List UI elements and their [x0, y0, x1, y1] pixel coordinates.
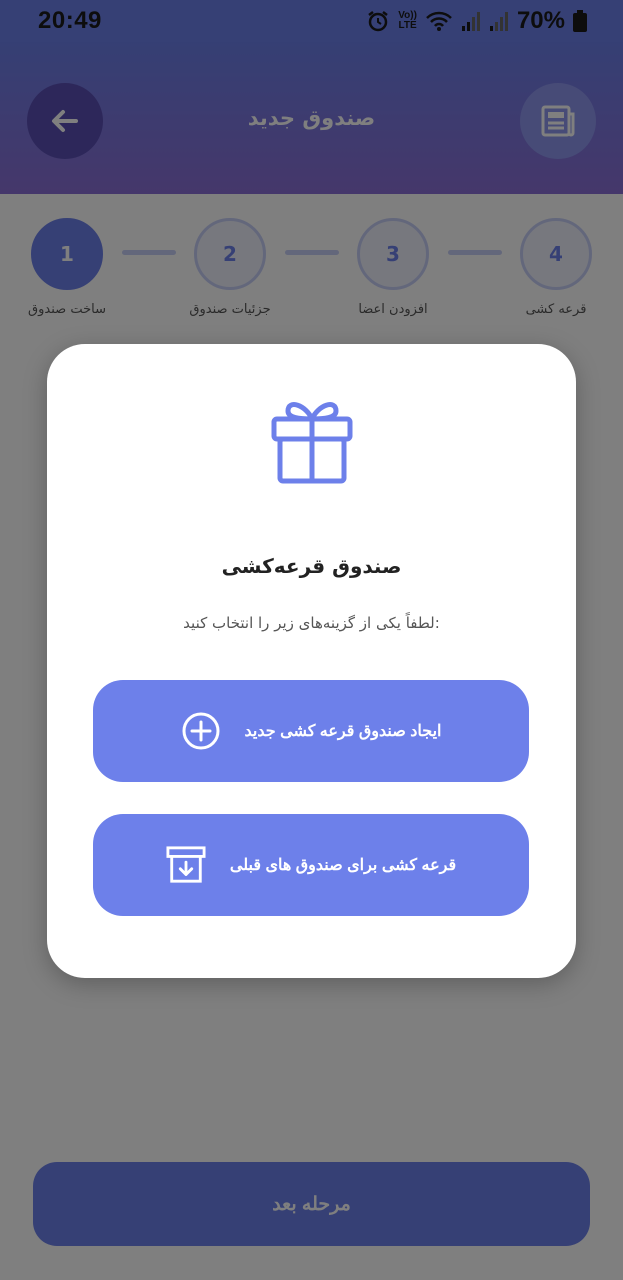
lottery-fund-dialog: صندوق قرعه‌کشی لطفاً یکی از گزینه‌های زی… — [47, 344, 576, 978]
plus-circle-icon — [181, 711, 221, 751]
gift-icon — [266, 394, 358, 486]
dialog-subtitle: لطفاً یکی از گزینه‌های زیر را انتخاب کنی… — [183, 614, 440, 632]
dialog-title: صندوق قرعه‌کشی — [221, 554, 402, 578]
option-label: ایجاد صندوق قرعه کشی جدید — [244, 723, 442, 740]
previous-funds-lottery-button[interactable]: قرعه کشی برای صندوق های قبلی — [93, 814, 529, 916]
option-label: قرعه کشی برای صندوق های قبلی — [229, 857, 457, 874]
archive-download-icon — [166, 845, 206, 885]
create-new-lottery-fund-button[interactable]: ایجاد صندوق قرعه کشی جدید — [93, 680, 529, 782]
